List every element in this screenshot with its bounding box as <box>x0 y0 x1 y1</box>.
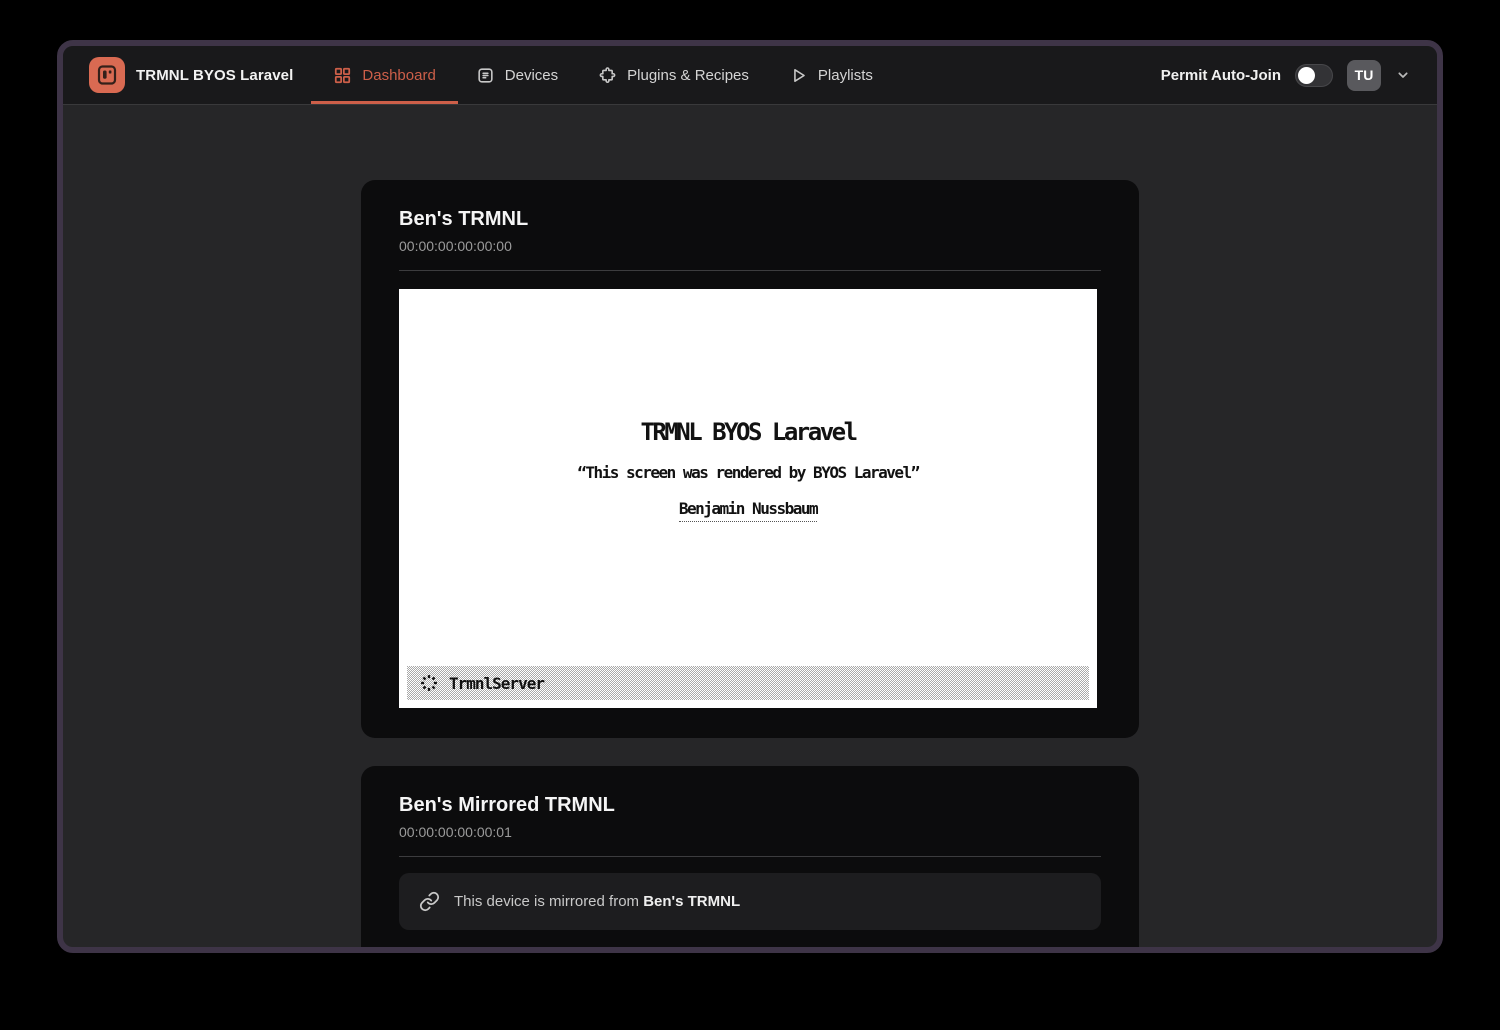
dashboard-grid-icon <box>333 66 352 85</box>
nav-item-plugins-recipes[interactable]: Plugins & Recipes <box>586 46 761 104</box>
navbar-right: Permit Auto-Join TU <box>1161 60 1411 91</box>
mirror-note-prefix: This device is mirrored from <box>454 893 643 910</box>
brand[interactable]: TRMNL BYOS Laravel <box>89 57 293 93</box>
mirror-note-text: This device is mirrored from Ben's TRMNL <box>454 893 740 910</box>
mirror-source-name: Ben's TRMNL <box>643 893 740 910</box>
toggle-knob <box>1298 67 1315 84</box>
card-divider <box>399 270 1101 271</box>
app-title: TRMNL BYOS Laravel <box>136 67 293 84</box>
permit-auto-join-label: Permit Auto-Join <box>1161 67 1281 84</box>
eink-screen-preview: TRMNL BYOS Laravel “This screen was rend… <box>399 289 1097 708</box>
nav-item-playlists[interactable]: Playlists <box>777 46 885 104</box>
device-name: Ben's TRMNL <box>399 206 1101 232</box>
nav-label-devices: Devices <box>505 67 558 84</box>
device-card-bens-trmnl: Ben's TRMNL 00:00:00:00:00:00 TRMNL BYOS… <box>361 180 1139 738</box>
puzzle-icon <box>598 66 617 85</box>
device-name: Ben's Mirrored TRMNL <box>399 792 1101 818</box>
device-mac-address: 00:00:00:00:00:01 <box>399 822 1101 842</box>
nav-item-devices[interactable]: Devices <box>464 46 570 104</box>
dashboard-content: Ben's TRMNL 00:00:00:00:00:00 TRMNL BYOS… <box>63 105 1437 947</box>
device-card-bens-mirrored-trmnl: Ben's Mirrored TRMNL 00:00:00:00:00:01 T… <box>361 766 1139 947</box>
chevron-down-icon[interactable] <box>1395 67 1411 83</box>
spinner-icon <box>419 673 439 693</box>
screen-title: TRMNL BYOS Laravel <box>399 289 1097 447</box>
nav-item-dashboard[interactable]: Dashboard <box>321 46 447 104</box>
mirror-note: This device is mirrored from Ben's TRMNL <box>399 873 1101 930</box>
nav-label-playlists: Playlists <box>818 67 873 84</box>
top-navbar: TRMNL BYOS Laravel Dashboard Devices <box>63 46 1437 105</box>
screen-author: Benjamin Nussbaum <box>679 499 817 522</box>
screen-quote: “This screen was rendered by BYOS Larave… <box>399 463 1097 483</box>
link-icon <box>419 891 440 912</box>
devices-icon <box>476 66 495 85</box>
main-nav: Dashboard Devices Plugins & Recipes <box>321 46 901 104</box>
play-icon <box>789 66 808 85</box>
nav-label-dashboard: Dashboard <box>362 67 435 84</box>
screen-status-bar: TrmnlServer <box>407 666 1089 700</box>
screen-status-label: TrmnlServer <box>449 674 544 693</box>
permit-auto-join-toggle[interactable] <box>1295 64 1333 87</box>
device-mac-address: 00:00:00:00:00:00 <box>399 236 1101 256</box>
trmnl-logo-icon <box>89 57 125 93</box>
card-divider <box>399 856 1101 857</box>
user-avatar[interactable]: TU <box>1347 60 1381 91</box>
nav-label-plugins-recipes: Plugins & Recipes <box>627 67 749 84</box>
app-window: TRMNL BYOS Laravel Dashboard Devices <box>57 40 1443 953</box>
